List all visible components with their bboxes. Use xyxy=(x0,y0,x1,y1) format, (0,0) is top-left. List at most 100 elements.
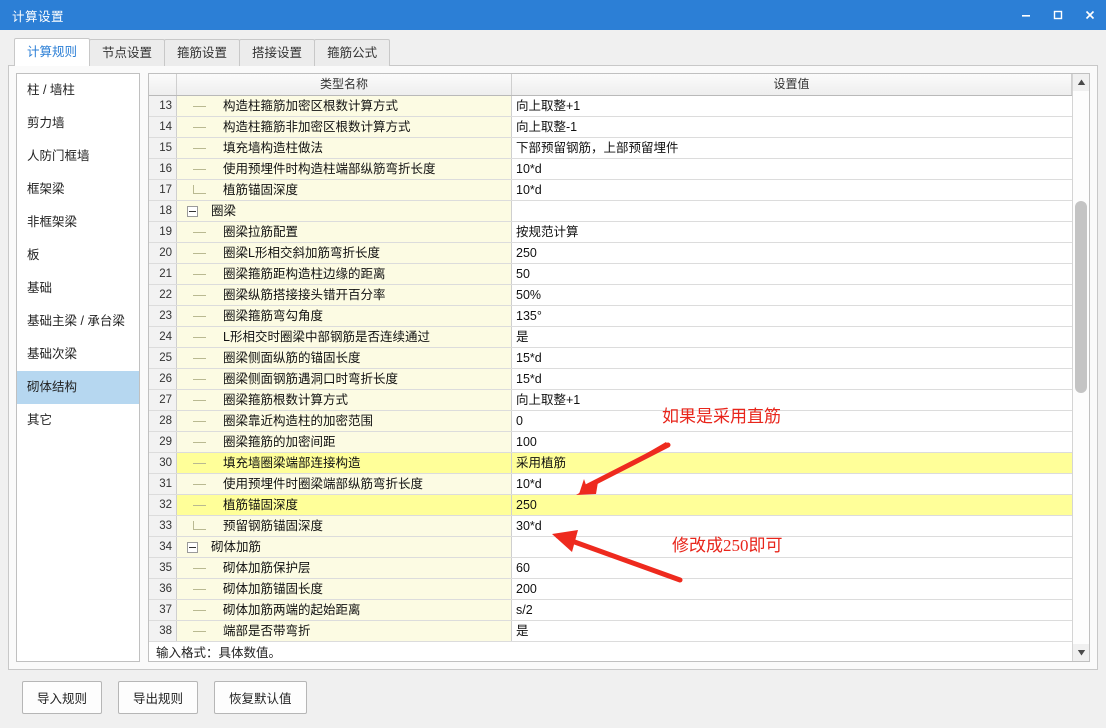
row-name-cell[interactable]: 填充墙构造柱做法 xyxy=(177,138,512,158)
sidebar-item-3[interactable]: 框架梁 xyxy=(17,173,139,206)
scroll-up-icon[interactable] xyxy=(1073,74,1089,91)
row-name-cell[interactable]: 圈梁箍筋弯勾角度 xyxy=(177,306,512,326)
table-row[interactable]: 22 圈梁纵筋搭接接头错开百分率 50% xyxy=(149,285,1072,306)
row-value-cell[interactable]: 10*d xyxy=(512,474,1072,494)
scroll-down-icon[interactable] xyxy=(1073,644,1089,661)
sidebar-item-1[interactable]: 剪力墙 xyxy=(17,107,139,140)
row-value-cell[interactable]: 向上取整-1 xyxy=(512,117,1072,137)
footer-button-1[interactable]: 导出规则 xyxy=(118,680,199,714)
table-row[interactable]: 18 圈梁 xyxy=(149,201,1072,222)
row-name-cell[interactable]: 圈梁箍筋距构造柱边缘的距离 xyxy=(177,264,512,284)
row-value-cell[interactable] xyxy=(512,537,1072,557)
row-value-cell[interactable]: 250 xyxy=(512,495,1072,515)
table-row[interactable]: 14 构造柱箍筋非加密区根数计算方式 向上取整-1 xyxy=(149,117,1072,138)
row-name-cell[interactable]: 砌体加筋 xyxy=(177,537,512,557)
table-row[interactable]: 17 植筋锚固深度 10*d xyxy=(149,180,1072,201)
row-name-cell[interactable]: 圈梁拉筋配置 xyxy=(177,222,512,242)
table-row[interactable]: 34 砌体加筋 xyxy=(149,537,1072,558)
close-icon[interactable] xyxy=(1074,0,1106,30)
table-row[interactable]: 16 使用预埋件时构造柱端部纵筋弯折长度 10*d xyxy=(149,159,1072,180)
table-row[interactable]: 19 圈梁拉筋配置 按规范计算 xyxy=(149,222,1072,243)
table-row[interactable]: 25 圈梁侧面纵筋的锚固长度 15*d xyxy=(149,348,1072,369)
tab-3[interactable]: 搭接设置 xyxy=(239,39,316,66)
vertical-scrollbar[interactable] xyxy=(1072,74,1089,661)
sidebar-item-8[interactable]: 基础次梁 xyxy=(17,338,139,371)
expander-collapse-icon[interactable] xyxy=(179,205,205,217)
row-value-cell[interactable]: 200 xyxy=(512,579,1072,599)
sidebar-item-10[interactable]: 其它 xyxy=(17,404,139,437)
row-name-cell[interactable]: 构造柱箍筋加密区根数计算方式 xyxy=(177,96,512,116)
row-value-cell[interactable]: 0 xyxy=(512,411,1072,431)
row-name-cell[interactable]: 使用预埋件时圈梁端部纵筋弯折长度 xyxy=(177,474,512,494)
sidebar-item-7[interactable]: 基础主梁 / 承台梁 xyxy=(17,305,139,338)
row-name-cell[interactable]: 砌体加筋保护层 xyxy=(177,558,512,578)
row-name-cell[interactable]: 圈梁侧面钢筋遇洞口时弯折长度 xyxy=(177,369,512,389)
table-row[interactable]: 29 圈梁箍筋的加密间距 100 xyxy=(149,432,1072,453)
tab-4[interactable]: 箍筋公式 xyxy=(314,39,391,66)
row-name-cell[interactable]: 圈梁纵筋搭接接头错开百分率 xyxy=(177,285,512,305)
row-name-cell[interactable]: 圈梁靠近构造柱的加密范围 xyxy=(177,411,512,431)
table-row[interactable]: 26 圈梁侧面钢筋遇洞口时弯折长度 15*d xyxy=(149,369,1072,390)
tab-0[interactable]: 计算规则 xyxy=(14,38,91,66)
maximize-icon[interactable] xyxy=(1042,0,1074,30)
table-row[interactable]: 20 圈梁L形相交斜加筋弯折长度 250 xyxy=(149,243,1072,264)
sidebar-item-2[interactable]: 人防门框墙 xyxy=(17,140,139,173)
row-name-cell[interactable]: 构造柱箍筋非加密区根数计算方式 xyxy=(177,117,512,137)
row-value-cell[interactable]: 250 xyxy=(512,243,1072,263)
row-name-cell[interactable]: 使用预埋件时构造柱端部纵筋弯折长度 xyxy=(177,159,512,179)
row-value-cell[interactable]: 是 xyxy=(512,327,1072,347)
row-value-cell[interactable]: 135° xyxy=(512,306,1072,326)
table-row[interactable]: 32 植筋锚固深度 250 xyxy=(149,495,1072,516)
table-row[interactable]: 21 圈梁箍筋距构造柱边缘的距离 50 xyxy=(149,264,1072,285)
table-row[interactable]: 28 圈梁靠近构造柱的加密范围 0 xyxy=(149,411,1072,432)
row-name-cell[interactable]: 预留钢筋锚固深度 xyxy=(177,516,512,536)
row-value-cell[interactable]: 采用植筋 xyxy=(512,453,1072,473)
row-value-cell[interactable]: 15*d xyxy=(512,348,1072,368)
row-value-cell[interactable]: 100 xyxy=(512,432,1072,452)
row-name-cell[interactable]: 圈梁箍筋根数计算方式 xyxy=(177,390,512,410)
minimize-icon[interactable] xyxy=(1010,0,1042,30)
sidebar-item-4[interactable]: 非框架梁 xyxy=(17,206,139,239)
row-value-cell[interactable] xyxy=(512,201,1072,221)
tab-2[interactable]: 箍筋设置 xyxy=(164,39,241,66)
tab-1[interactable]: 节点设置 xyxy=(89,39,166,66)
expander-collapse-icon[interactable] xyxy=(179,541,205,553)
row-name-cell[interactable]: 砌体加筋两端的起始距离 xyxy=(177,600,512,620)
row-value-cell[interactable]: 按规范计算 xyxy=(512,222,1072,242)
table-row[interactable]: 27 圈梁箍筋根数计算方式 向上取整+1 xyxy=(149,390,1072,411)
row-value-cell[interactable]: 是 xyxy=(512,621,1072,641)
row-value-cell[interactable]: 30*d xyxy=(512,516,1072,536)
row-value-cell[interactable]: 向上取整+1 xyxy=(512,390,1072,410)
table-row[interactable]: 35 砌体加筋保护层 60 xyxy=(149,558,1072,579)
table-row[interactable]: 30 填充墙圈梁端部连接构造 采用植筋 xyxy=(149,453,1072,474)
row-value-cell[interactable]: 10*d xyxy=(512,159,1072,179)
table-row[interactable]: 23 圈梁箍筋弯勾角度 135° xyxy=(149,306,1072,327)
scrollbar-track[interactable] xyxy=(1073,91,1089,644)
row-name-cell[interactable]: 圈梁侧面纵筋的锚固长度 xyxy=(177,348,512,368)
row-value-cell[interactable]: 10*d xyxy=(512,180,1072,200)
table-row[interactable]: 37 砌体加筋两端的起始距离 s/2 xyxy=(149,600,1072,621)
row-name-cell[interactable]: 圈梁L形相交斜加筋弯折长度 xyxy=(177,243,512,263)
sidebar-item-5[interactable]: 板 xyxy=(17,239,139,272)
row-value-cell[interactable]: 向上取整+1 xyxy=(512,96,1072,116)
table-row[interactable]: 24 L形相交时圈梁中部钢筋是否连续通过 是 xyxy=(149,327,1072,348)
row-name-cell[interactable]: L形相交时圈梁中部钢筋是否连续通过 xyxy=(177,327,512,347)
sidebar-item-6[interactable]: 基础 xyxy=(17,272,139,305)
footer-button-2[interactable]: 恢复默认值 xyxy=(214,680,307,714)
row-value-cell[interactable]: s/2 xyxy=(512,600,1072,620)
footer-button-0[interactable]: 导入规则 xyxy=(22,680,103,714)
table-body[interactable]: 13 构造柱箍筋加密区根数计算方式 向上取整+1 14 构造柱箍筋非加密区根数计算方式向… xyxy=(149,96,1072,661)
category-sidebar[interactable]: 柱 / 墙柱 剪力墙 人防门框墙 框架梁 非框架梁板基础 基础主梁 / 承台梁 基础次梁 砌体… xyxy=(16,73,140,662)
row-name-cell[interactable]: 植筋锚固深度 xyxy=(177,180,512,200)
sidebar-item-0[interactable]: 柱 / 墙柱 xyxy=(17,74,139,107)
table-row[interactable]: 36 砌体加筋锚固长度 200 xyxy=(149,579,1072,600)
row-name-cell[interactable]: 砌体加筋锚固长度 xyxy=(177,579,512,599)
row-value-cell[interactable]: 50% xyxy=(512,285,1072,305)
row-name-cell[interactable]: 圈梁 xyxy=(177,201,512,221)
row-value-cell[interactable]: 50 xyxy=(512,264,1072,284)
row-name-cell[interactable]: 圈梁箍筋的加密间距 xyxy=(177,432,512,452)
row-value-cell[interactable]: 15*d xyxy=(512,369,1072,389)
row-name-cell[interactable]: 植筋锚固深度 xyxy=(177,495,512,515)
table-row[interactable]: 38 端部是否带弯折是 xyxy=(149,621,1072,642)
scrollbar-thumb[interactable] xyxy=(1075,201,1087,393)
